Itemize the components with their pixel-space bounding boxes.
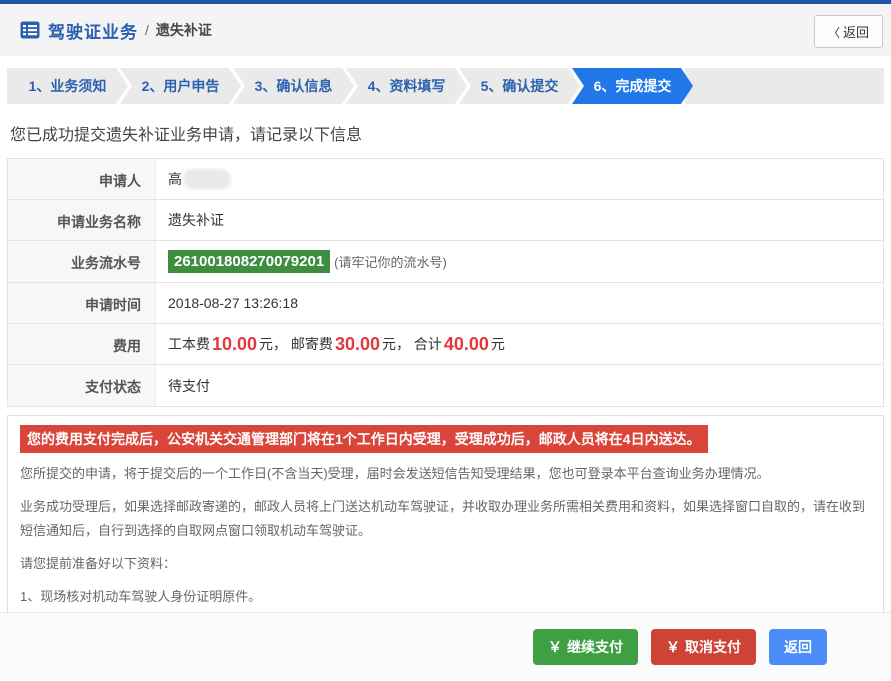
- row-value: 工本费 10.00元， 邮寄费 30.00元， 合计 40.00元: [156, 324, 883, 364]
- button-label: 取消支付: [685, 639, 741, 655]
- value-text: 遗失补证: [168, 210, 224, 230]
- fee-text: 元: [491, 334, 505, 354]
- yen-icon: ￥: [666, 639, 680, 655]
- success-message: 您已成功提交遗失补证业务申请，请记录以下信息: [10, 121, 881, 145]
- table-row: 支付状态待支付: [8, 365, 883, 406]
- row-label: 业务流水号: [8, 241, 156, 282]
- serial-number-note: (请牢记你的流水号): [334, 252, 447, 271]
- step-tab-4: 4、资料填写: [346, 68, 467, 104]
- breadcrumb-separator: /: [145, 22, 149, 38]
- step-tab-1: 1、业务须知: [7, 68, 128, 104]
- table-row: 申请业务名称遗失补证: [8, 200, 883, 241]
- row-value: 高: [156, 159, 883, 199]
- fee-text: 工本费: [168, 334, 210, 354]
- step-tab-6: 6、完成提交: [572, 68, 693, 104]
- fee-text: 元， 邮寄费: [259, 334, 333, 354]
- row-value: 遗失补证: [156, 200, 883, 240]
- action-button-bar: ￥ 继续支付 ￥ 取消支付 返回: [0, 612, 891, 681]
- breadcrumb-current: 遗失补证: [156, 20, 212, 40]
- step-tab-3: 3、确认信息: [233, 68, 354, 104]
- row-label: 费用: [8, 324, 156, 364]
- return-button[interactable]: 返回: [769, 629, 827, 665]
- back-chevron-icon: 〈: [828, 26, 840, 40]
- value-text: 待支付: [168, 376, 210, 396]
- button-label: 返回: [784, 639, 812, 655]
- back-button[interactable]: 〈返回: [814, 15, 883, 48]
- notice-paragraph: 1、现场核对机动车驾驶人身份证明原件。: [20, 585, 871, 609]
- fee-text: 元， 合计: [382, 334, 442, 354]
- notice-paragraph: 您所提交的申请，将于提交后的一个工作日(不含当天)受理，届时会发送短信告知受理结…: [20, 462, 871, 486]
- step-tab-5: 5、确认提交: [459, 68, 580, 104]
- page-header: 驾驶证业务 / 遗失补证 〈返回: [0, 4, 891, 56]
- back-button-label: 返回: [843, 25, 869, 40]
- yen-icon: ￥: [548, 639, 562, 655]
- row-label: 申请时间: [8, 283, 156, 323]
- fee-amount: 30.00: [335, 334, 380, 355]
- row-value: 2018-08-27 13:26:18: [156, 283, 883, 323]
- row-value: 待支付: [156, 365, 883, 406]
- table-row: 申请人高: [8, 159, 883, 200]
- table-row: 费用工本费 10.00元， 邮寄费 30.00元， 合计 40.00元: [8, 324, 883, 365]
- value-text: 2018-08-27 13:26:18: [168, 295, 298, 311]
- notice-paragraph: 业务成功受理后，如果选择邮政寄递的，邮政人员将上门送达机动车驾驶证，并收取办理业…: [20, 495, 871, 543]
- step-bar-filler: [685, 68, 884, 104]
- page-title: 驾驶证业务: [48, 18, 138, 43]
- continue-payment-button[interactable]: ￥ 继续支付: [533, 629, 638, 665]
- fee-amount: 10.00: [212, 334, 257, 355]
- redacted-name-blob: [183, 169, 231, 189]
- button-label: 继续支付: [567, 639, 623, 655]
- row-value: 261001808270079201(请牢记你的流水号): [156, 241, 883, 282]
- serial-number-badge: 261001808270079201: [168, 250, 330, 273]
- payment-alert-strip: 您的费用支付完成后，公安机关交通管理部门将在1个工作日内受理，受理成功后，邮政人…: [20, 425, 708, 453]
- table-row: 申请时间 2018-08-27 13:26:18: [8, 283, 883, 324]
- step-progress-bar: 1、业务须知2、用户申告3、确认信息4、资料填写5、确认提交6、完成提交: [7, 68, 884, 104]
- cancel-payment-button[interactable]: ￥ 取消支付: [651, 629, 756, 665]
- step-tab-2: 2、用户申告: [120, 68, 241, 104]
- table-row: 业务流水号261001808270079201(请牢记你的流水号): [8, 241, 883, 283]
- value-text: 高: [168, 169, 182, 189]
- row-label: 支付状态: [8, 365, 156, 406]
- application-details-table: 申请人高申请业务名称遗失补证业务流水号261001808270079201(请牢…: [7, 158, 884, 407]
- row-label: 申请业务名称: [8, 200, 156, 240]
- license-list-icon: [20, 21, 40, 39]
- fee-amount: 40.00: [444, 334, 489, 355]
- row-label: 申请人: [8, 159, 156, 199]
- notice-paragraph: 请您提前准备好以下资料：: [20, 552, 871, 576]
